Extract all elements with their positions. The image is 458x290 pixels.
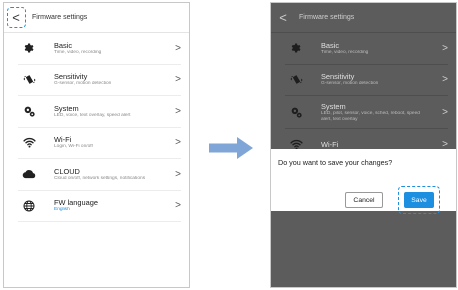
menu-item-title: Wi-Fi xyxy=(54,135,72,145)
menu-item-sensitivity[interactable]: Sensitivity G-sensor, motion detection > xyxy=(18,65,181,96)
menu-item-subtitle: Login, Wi-Fi on/off xyxy=(54,144,93,150)
gear-icon xyxy=(18,42,40,54)
menu-item-subtitle: G-sensor, motion detection xyxy=(54,81,112,87)
page-title: Firmware settings xyxy=(299,14,355,21)
menu-item-title: System xyxy=(321,101,346,111)
menu-item-title: FW language xyxy=(54,198,98,208)
menu-item-subtitle: G-sensor, motion detection xyxy=(321,81,379,87)
menu-item-title: Basic xyxy=(54,40,73,50)
back-button-highlight xyxy=(7,6,26,28)
globe-icon xyxy=(18,200,40,212)
gear-icon xyxy=(285,42,307,54)
top-bar: < Firmware settings xyxy=(271,3,456,33)
menu-item-subtitle: English xyxy=(54,207,70,213)
save-changes-dialog: Do you want to save your changes? Cancel… xyxy=(271,149,456,214)
save-button[interactable]: Save xyxy=(404,192,434,208)
chevron-right-icon: > xyxy=(175,105,181,117)
settings-screen: < Firmware settings Basic Time, video, r… xyxy=(3,2,190,288)
menu-item-subtitle: Time, video, recording xyxy=(321,49,369,55)
wifi-icon xyxy=(18,137,40,148)
menu-item-subtitle: Time, video, recording xyxy=(54,49,102,55)
menu-item-title: Basic xyxy=(321,40,340,50)
menu-item-fw-language[interactable]: FW language English > xyxy=(18,191,181,222)
chevron-right-icon: > xyxy=(442,42,448,54)
menu-item-sensitivity: Sensitivity G-sensor, motion detection > xyxy=(285,65,448,96)
menu-item-system: System LED, pilot, sensor, voice, sched,… xyxy=(285,96,448,129)
chevron-right-icon: > xyxy=(175,200,181,212)
chevron-right-icon: > xyxy=(175,74,181,86)
back-button[interactable]: < xyxy=(4,3,28,33)
menu-item-cloud[interactable]: CLOUD Cloud on/off, network settings, no… xyxy=(18,159,181,191)
gears-icon xyxy=(18,105,40,118)
menu-item-basic: Basic Time, video, recording > xyxy=(285,33,448,65)
chevron-right-icon: > xyxy=(175,137,181,149)
menu-item-system[interactable]: System LED, voice, text overlay, speed a… xyxy=(18,96,181,128)
menu-item-title: Sensitivity xyxy=(54,72,88,82)
back-button[interactable]: < xyxy=(271,3,295,33)
chevron-right-icon: > xyxy=(442,106,448,118)
menu-item-subtitle: LED, pilot, sensor, voice, sched, reboot… xyxy=(321,110,420,116)
menu-item-title: CLOUD xyxy=(54,166,80,176)
menu-item-wifi[interactable]: Wi-Fi Login, Wi-Fi on/off > xyxy=(18,128,181,159)
page-title: Firmware settings xyxy=(32,14,88,21)
top-bar: < Firmware settings xyxy=(4,3,189,33)
dialog-message: Do you want to save your changes? xyxy=(278,158,393,167)
right-arrow-icon xyxy=(209,137,253,159)
chevron-right-icon: > xyxy=(175,42,181,54)
cancel-button[interactable]: Cancel xyxy=(345,192,383,208)
menu-item-basic[interactable]: Basic Time, video, recording > xyxy=(18,33,181,65)
chevron-right-icon: > xyxy=(175,168,181,180)
menu-item-title: Sensitivity xyxy=(321,72,355,82)
gears-icon xyxy=(285,106,307,119)
menu-item-title: Wi-Fi xyxy=(321,139,339,149)
cloud-icon xyxy=(18,169,40,179)
back-arrow-icon: < xyxy=(279,10,287,25)
menu-item-subtitle: LED, voice, text overlay, speed alert xyxy=(54,112,131,118)
menu-item-subtitle-line-2: alert, text overlay xyxy=(321,116,358,122)
settings-screen-with-dialog: < Firmware settings Basic Time, video, r… xyxy=(270,2,457,288)
vibration-icon xyxy=(285,73,307,86)
menu-item-title: System xyxy=(54,103,79,113)
chevron-right-icon: > xyxy=(442,74,448,86)
vibration-icon xyxy=(18,73,40,86)
menu-item-subtitle: Cloud on/off, network settings, notifica… xyxy=(54,175,146,181)
